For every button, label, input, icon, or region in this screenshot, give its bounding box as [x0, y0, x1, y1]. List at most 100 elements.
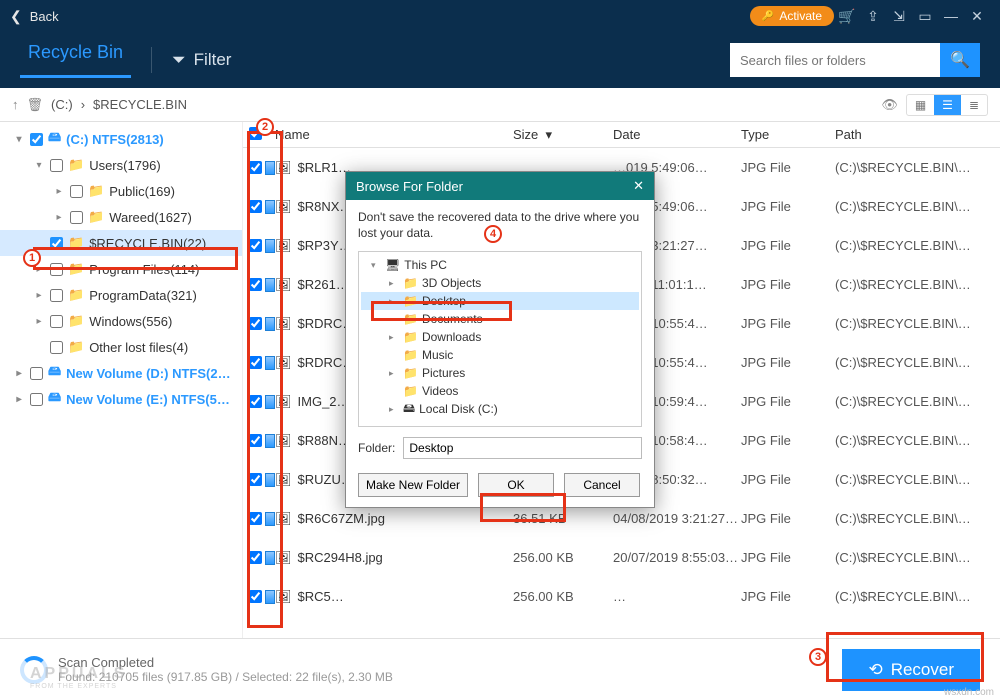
view-toggle[interactable]: ▦ ☰ ≣: [906, 94, 988, 116]
tree-item[interactable]: ▸📁Public(169): [0, 178, 242, 204]
expand-arrow-icon[interactable]: ▾: [371, 260, 381, 271]
expand-arrow-icon[interactable]: ▸: [13, 368, 25, 379]
make-new-folder-button[interactable]: Make New Folder: [358, 473, 468, 497]
share-icon[interactable]: ⇪: [860, 8, 886, 25]
file-path: (C:)\$RECYCLE.BIN\…: [835, 238, 1000, 253]
expand-arrow-icon[interactable]: ▾: [33, 160, 45, 171]
search-button[interactable]: 🔍: [940, 43, 980, 77]
detail-view-icon[interactable]: ≣: [961, 95, 987, 115]
tree-checkbox[interactable]: [50, 315, 63, 328]
tree-checkbox[interactable]: [30, 367, 43, 380]
dialog-tree-item[interactable]: 📁Videos: [361, 382, 639, 400]
file-checkbox[interactable]: [249, 434, 262, 447]
file-checkbox[interactable]: [249, 590, 262, 603]
file-checkbox[interactable]: [249, 239, 262, 252]
dialog-tree-item[interactable]: 📁Documents: [361, 310, 639, 328]
tree-item[interactable]: ▸🖴New Volume (E:) NTFS(5…: [0, 386, 242, 412]
image-icon: 🖼: [275, 433, 292, 449]
file-row[interactable]: 🖼$RC5…256.00 KB…JPG File(C:)\$RECYCLE.BI…: [243, 577, 1000, 616]
tab-recycle-bin[interactable]: Recycle Bin: [20, 42, 131, 78]
image-icon: 🖼: [275, 550, 292, 566]
expand-arrow-icon[interactable]: ▸: [13, 394, 25, 405]
dialog-tree-item[interactable]: ▸🖴Local Disk (C:): [361, 400, 639, 418]
col-name[interactable]: Name: [275, 127, 513, 142]
col-path[interactable]: Path: [835, 127, 1000, 142]
ok-button[interactable]: OK: [478, 473, 554, 497]
expand-arrow-icon[interactable]: ▸: [53, 186, 65, 197]
cancel-button[interactable]: Cancel: [564, 473, 640, 497]
tree-item[interactable]: ▾🖴(C:) NTFS(2813): [0, 126, 242, 152]
expand-arrow-icon[interactable]: ▸: [389, 404, 399, 415]
expand-arrow-icon[interactable]: ▸: [389, 296, 399, 307]
tree-checkbox[interactable]: [70, 211, 83, 224]
dialog-tree-item[interactable]: ▸📁Downloads: [361, 328, 639, 346]
export-icon[interactable]: ⇲: [886, 8, 912, 25]
tree-checkbox[interactable]: [50, 341, 63, 354]
file-checkbox[interactable]: [249, 200, 262, 213]
col-type[interactable]: Type: [741, 127, 835, 142]
dialog-tree[interactable]: ▾🖥This PC▸📁3D Objects▸📁Desktop📁Documents…: [358, 251, 642, 427]
expand-arrow-icon[interactable]: ▾: [13, 134, 25, 145]
expand-arrow-icon[interactable]: ▸: [389, 332, 399, 343]
tree-item[interactable]: ▸🖴New Volume (D:) NTFS(2…: [0, 360, 242, 386]
tree-checkbox[interactable]: [30, 133, 43, 146]
preview-icon[interactable]: 👁: [881, 97, 898, 113]
tree-checkbox[interactable]: [30, 393, 43, 406]
folder-tree[interactable]: ▾🖴(C:) NTFS(2813)▾📁Users(1796)▸📁Public(1…: [0, 122, 243, 638]
expand-arrow-icon[interactable]: ▸: [53, 212, 65, 223]
dialog-close-icon[interactable]: ✕: [633, 178, 644, 194]
filter-button[interactable]: ⏷ Filter: [172, 50, 231, 70]
close-icon[interactable]: ✕: [964, 8, 990, 25]
tree-item[interactable]: ▸📁Wareed(1627): [0, 204, 242, 230]
file-checkbox[interactable]: [249, 317, 262, 330]
crumb-folder[interactable]: $RECYCLE.BIN: [93, 97, 187, 112]
crumb-drive[interactable]: (C:): [51, 97, 73, 112]
activate-button[interactable]: 🔑 Activate: [750, 6, 834, 26]
file-checkbox[interactable]: [249, 395, 262, 408]
tree-checkbox[interactable]: [50, 237, 63, 250]
dialog-tree-item[interactable]: ▾🖥This PC: [361, 256, 639, 274]
expand-arrow-icon[interactable]: ▸: [33, 290, 45, 301]
grid-view-icon[interactable]: ▦: [907, 95, 934, 115]
folder-icon: 📁: [403, 276, 418, 290]
expand-arrow-icon[interactable]: ▸: [33, 316, 45, 327]
minimize-icon[interactable]: —: [938, 8, 964, 24]
file-checkbox[interactable]: [249, 356, 262, 369]
dialog-tree-item[interactable]: ▸📁Pictures: [361, 364, 639, 382]
dialog-tree-item[interactable]: ▸📁3D Objects: [361, 274, 639, 292]
folder-input[interactable]: [403, 437, 642, 459]
back-button[interactable]: ❮ Back: [10, 8, 59, 25]
col-size[interactable]: Size ▾: [513, 127, 613, 143]
tree-label: New Volume (D:) NTFS(2…: [66, 366, 230, 381]
tree-checkbox[interactable]: [50, 263, 63, 276]
folder-icon: 📁: [88, 209, 104, 225]
search-input[interactable]: [730, 43, 940, 77]
up-arrow-icon[interactable]: ↑: [12, 97, 19, 112]
file-checkbox[interactable]: [249, 512, 262, 525]
list-view-icon[interactable]: ☰: [934, 95, 961, 115]
trash-icon[interactable]: 🗑: [27, 97, 44, 113]
file-checkbox[interactable]: [249, 278, 262, 291]
expand-arrow-icon[interactable]: ▸: [389, 278, 399, 289]
filter-label: Filter: [194, 50, 232, 70]
tree-item[interactable]: ▸📁Windows(556): [0, 308, 242, 334]
tree-checkbox[interactable]: [50, 159, 63, 172]
file-checkbox[interactable]: [249, 161, 262, 174]
tree-item[interactable]: ▾📁Users(1796): [0, 152, 242, 178]
column-headers[interactable]: Name Size ▾ Date Type Path: [243, 122, 1000, 148]
file-row[interactable]: 🖼$RC294H8.jpg256.00 KB20/07/2019 8:55:03…: [243, 538, 1000, 577]
col-date[interactable]: Date: [613, 127, 741, 142]
tree-item[interactable]: ▸📁ProgramData(321): [0, 282, 242, 308]
dialog-tree-item[interactable]: 📁Music: [361, 346, 639, 364]
expand-arrow-icon[interactable]: ▸: [389, 368, 399, 379]
file-checkbox[interactable]: [249, 551, 262, 564]
image-icon: 🖼: [275, 277, 292, 293]
window-min-icon[interactable]: ▭: [912, 8, 938, 25]
tree-item[interactable]: 📁Other lost files(4): [0, 334, 242, 360]
tree-checkbox[interactable]: [50, 289, 63, 302]
dialog-tree-item[interactable]: ▸📁Desktop: [361, 292, 639, 310]
tree-checkbox[interactable]: [70, 185, 83, 198]
recover-button[interactable]: ⟲ Recover: [842, 649, 980, 691]
cart-icon[interactable]: 🛒: [834, 8, 860, 25]
file-checkbox[interactable]: [249, 473, 262, 486]
